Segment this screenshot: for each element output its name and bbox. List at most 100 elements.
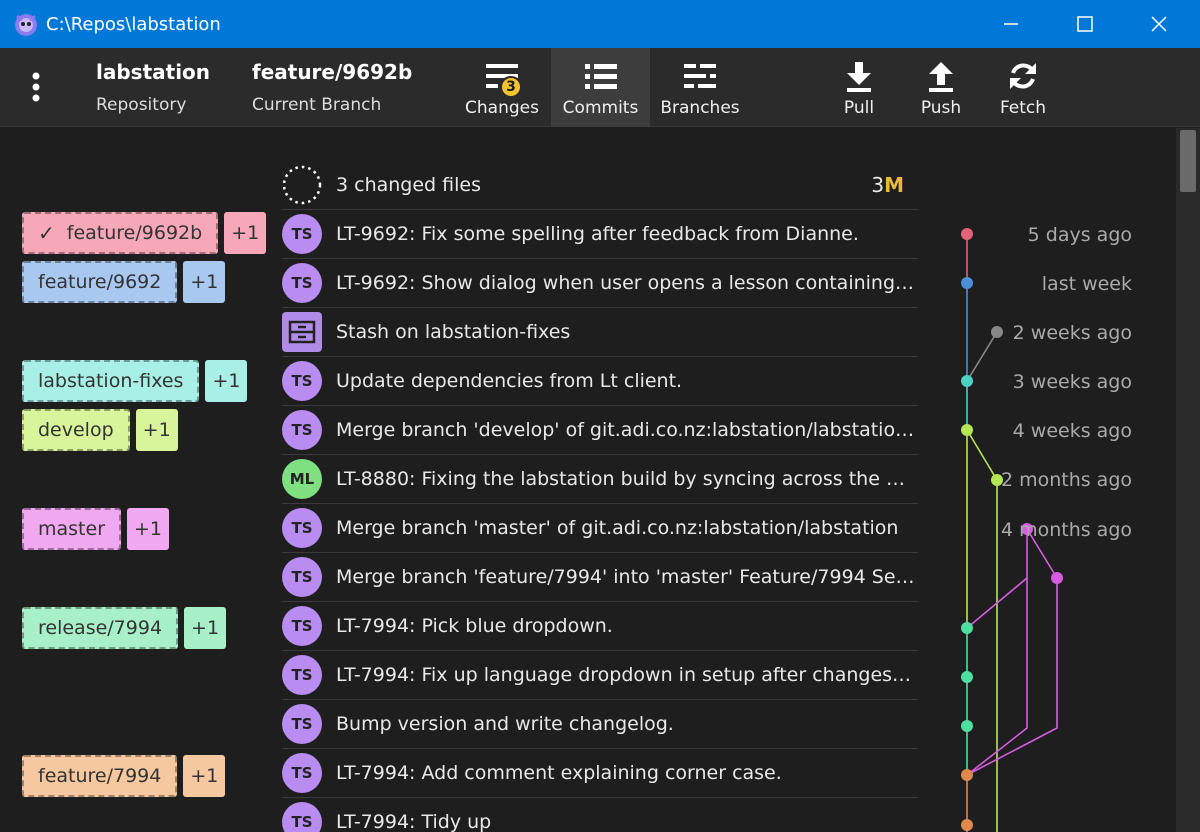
author-avatar: TS — [282, 704, 322, 744]
commit-message: Bump version and write changelog. — [336, 713, 674, 735]
toolbar: labstation Repository feature/9692b Curr… — [0, 48, 1200, 127]
commit-message: LT-9692: Show dialog when user opens a l… — [336, 272, 916, 294]
commit-time: 3 weeks ago — [1012, 371, 1132, 393]
menu-button[interactable] — [20, 62, 52, 112]
branch-label-master[interactable]: master +1 — [22, 508, 170, 550]
commit-dot — [961, 622, 973, 634]
branches-tab[interactable]: Branches — [658, 48, 742, 127]
branch-label-feature-9692[interactable]: feature/9692 +1 — [22, 261, 226, 303]
commit-message: LT-8880: Fixing the labstation build by … — [336, 468, 916, 490]
window-title: C:\Repos\labstation — [46, 13, 221, 35]
commit-time: 2 months ago — [1000, 469, 1132, 491]
branch-name: release/7994 — [22, 607, 179, 649]
author-avatar: TS — [282, 263, 322, 303]
checked-out-icon: ✓ — [38, 221, 55, 245]
fetch-label: Fetch — [999, 98, 1047, 118]
modified-count-number: 3 — [871, 173, 885, 197]
commit-row[interactable]: TS LT-9692: Show dialog when user opens … — [282, 259, 918, 308]
branch-name: develop — [22, 409, 130, 451]
repository-name: labstation — [96, 60, 211, 84]
repository-label: Repository — [96, 95, 187, 115]
commit-row[interactable]: TS LT-7994: Fix up language dropdown in … — [282, 651, 918, 700]
changes-tab-label: Changes — [465, 98, 539, 118]
vertical-scrollbar[interactable] — [1176, 128, 1200, 832]
commit-message: LT-7994: Pick blue dropdown. — [336, 615, 613, 637]
branch-count: +1 — [127, 508, 170, 550]
changed-files-text: 3 changed files — [336, 174, 481, 196]
maximize-button[interactable] — [1048, 0, 1122, 48]
commit-message: LT-7994: Add comment explaining corner c… — [336, 762, 782, 784]
repository-selector[interactable]: labstation Repository — [96, 60, 210, 115]
branch-label-release-7994[interactable]: release/7994 +1 — [22, 607, 227, 649]
commit-message: Update dependencies from Lt client. — [336, 370, 683, 392]
graph-line — [966, 578, 1058, 776]
branches-icon — [684, 64, 716, 88]
commit-time: 4 months ago — [1000, 519, 1132, 541]
branch-label-feature-7994[interactable]: feature/7994 +1 — [22, 755, 226, 797]
current-branch-name: feature/9692b — [252, 60, 413, 84]
working-changes-row[interactable]: 3 changed files 3M — [282, 161, 918, 210]
commit-message: Merge branch 'develop' of git.adi.co.nz:… — [336, 419, 916, 441]
commits-tab-label: Commits — [562, 98, 639, 118]
close-button[interactable] — [1122, 0, 1196, 48]
branch-selector[interactable]: feature/9692b Current Branch — [252, 60, 412, 115]
stash-icon — [282, 312, 322, 352]
branch-count: +1 — [183, 261, 226, 303]
stash-row[interactable]: Stash on labstation-fixes — [282, 308, 918, 357]
commit-row[interactable]: TS Merge branch 'develop' of git.adi.co.… — [282, 406, 918, 455]
author-avatar: TS — [282, 753, 322, 793]
commit-time: last week — [1041, 273, 1132, 295]
commit-row[interactable]: TS LT-7994: Pick blue dropdown. — [282, 602, 918, 651]
pull-button[interactable]: Pull — [830, 48, 888, 127]
branch-label-develop[interactable]: develop +1 — [22, 409, 178, 451]
commits-tab[interactable]: Commits — [551, 48, 650, 127]
commit-row[interactable]: TS LT-7994: Add comment explaining corne… — [282, 749, 918, 798]
commit-row[interactable]: TS Update dependencies from Lt client. — [282, 357, 918, 406]
push-upload-icon — [929, 62, 953, 92]
minimize-button[interactable] — [974, 0, 1048, 48]
branch-count: +1 — [205, 360, 248, 402]
commit-row[interactable]: TS Bump version and write changelog. — [282, 700, 918, 749]
branch-count: +1 — [184, 607, 227, 649]
commit-row[interactable]: TS Merge branch 'feature/7994' into 'mas… — [282, 553, 918, 602]
commit-message: LT-7994: Fix up language dropdown in set… — [336, 664, 916, 686]
minimize-icon — [1004, 23, 1018, 25]
branch-count: +1 — [183, 755, 226, 797]
modified-marker: M — [884, 173, 904, 197]
author-avatar: TS — [282, 655, 322, 695]
pending-changes-icon — [282, 165, 322, 205]
more-vertical-icon — [32, 72, 40, 102]
author-avatar: TS — [282, 802, 322, 832]
branch-name: feature/9692 — [22, 261, 178, 303]
branch-name-text: feature/9692b — [66, 222, 203, 244]
branch-count: +1 — [135, 409, 178, 451]
title-bar: C:\Repos\labstation — [0, 0, 1200, 48]
commit-row[interactable]: TS Merge branch 'master' of git.adi.co.n… — [282, 504, 918, 553]
commit-row[interactable]: TS LT-7994: Tidy up — [282, 798, 918, 832]
commit-time: 4 weeks ago — [1012, 420, 1132, 442]
fetch-button[interactable]: Fetch — [994, 48, 1052, 127]
commit-dot — [961, 671, 973, 683]
commit-history-panel: ✓ feature/9692b +1 feature/9692 +1 labst… — [0, 128, 1176, 832]
maximize-icon — [1077, 16, 1093, 32]
pull-label: Pull — [843, 98, 875, 118]
app-logo-icon — [15, 14, 37, 36]
commit-row[interactable]: ML LT-8880: Fixing the labstation build … — [282, 455, 918, 504]
changes-tab[interactable]: 3 Changes — [462, 48, 542, 127]
push-button[interactable]: Push — [912, 48, 970, 127]
author-avatar: TS — [282, 557, 322, 597]
current-branch-label: Current Branch — [252, 95, 382, 115]
scrollbar-thumb[interactable] — [1180, 130, 1196, 192]
commit-message: LT-9692: Fix some spelling after feedbac… — [336, 223, 859, 245]
commit-message: Stash on labstation-fixes — [336, 321, 571, 343]
commits-list-icon — [584, 64, 617, 89]
author-avatar: TS — [282, 508, 322, 548]
commit-message: LT-7994: Tidy up — [336, 811, 492, 832]
commit-dot — [961, 720, 973, 732]
branch-label-labstation-fixes[interactable]: labstation-fixes +1 — [22, 360, 248, 402]
commit-message: Merge branch 'master' of git.adi.co.nz:l… — [336, 517, 899, 539]
branch-label-feature-9692b[interactable]: ✓ feature/9692b +1 — [22, 212, 267, 254]
commit-dot — [961, 819, 973, 831]
branches-tab-label: Branches — [660, 98, 740, 118]
commit-row[interactable]: TS LT-9692: Fix some spelling after feed… — [282, 210, 918, 259]
